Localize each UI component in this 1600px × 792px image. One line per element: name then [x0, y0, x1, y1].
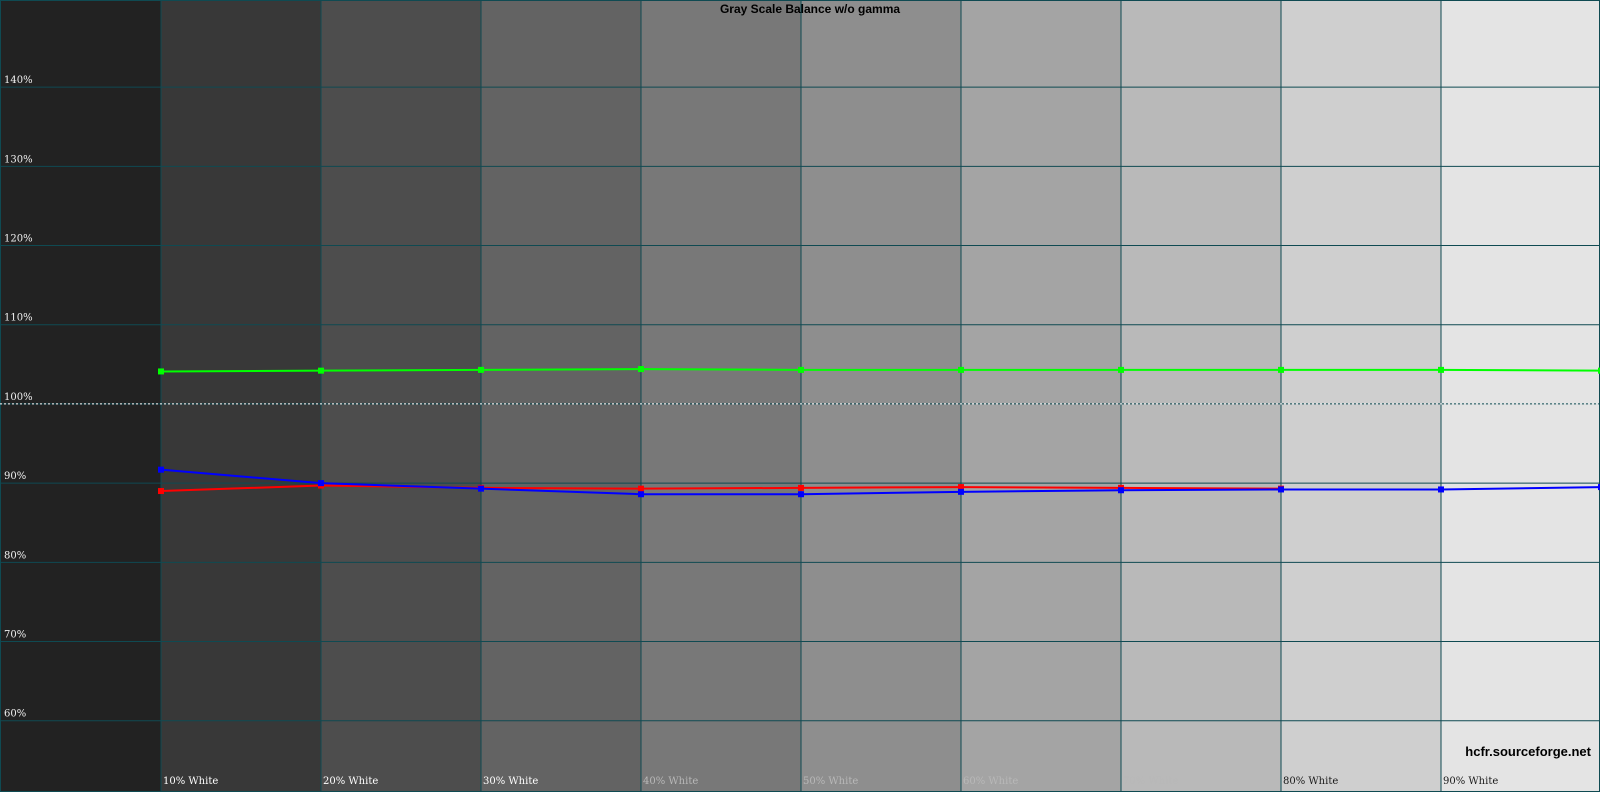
data-point [798, 484, 804, 491]
credit-label: hcfr.sourceforge.net [1465, 744, 1591, 759]
y-tick-label: 70% [4, 630, 26, 641]
y-tick-label: 110% [4, 313, 33, 324]
x-tick-label: 80% White [1283, 776, 1338, 787]
chart-title: Gray Scale Balance w/o gamma [720, 2, 900, 16]
y-tick-label: 60% [4, 709, 26, 720]
x-tick-label: 20% White [323, 776, 378, 787]
y-tick-label: 140% [4, 75, 33, 86]
data-point [958, 366, 964, 373]
data-point [478, 485, 484, 492]
gray-band [1121, 0, 1281, 792]
data-point [1438, 366, 1444, 373]
data-point [158, 488, 164, 495]
y-tick-label: 100% [4, 392, 33, 403]
x-tick-label: 90% White [1443, 776, 1498, 787]
y-tick-label: 90% [4, 471, 26, 482]
gray-scale-balance-chart: 60% 70% 80% 90% 100% 110% 120% 130% 140% 10% Whi… [0, 0, 1600, 792]
x-tick-label: 70% White [1123, 776, 1178, 787]
data-point [638, 366, 644, 373]
data-point [478, 366, 484, 373]
x-tick-label: 60% White [963, 776, 1018, 787]
data-point [158, 368, 164, 375]
x-tick-label: 50% White [803, 776, 858, 787]
data-point [1118, 366, 1124, 373]
data-point [798, 491, 804, 498]
data-point [1118, 487, 1124, 494]
data-point [1438, 486, 1444, 493]
y-tick-label: 120% [4, 234, 33, 245]
gray-bands [0, 0, 1600, 792]
gray-band [1281, 0, 1441, 792]
data-point [158, 466, 164, 473]
gray-band [961, 0, 1121, 792]
gray-band [161, 0, 321, 792]
gray-band [481, 0, 641, 792]
y-tick-label: 130% [4, 154, 33, 165]
gray-band [801, 0, 961, 792]
gray-band [1441, 0, 1600, 792]
data-point [798, 366, 804, 373]
x-tick-label: 40% White [643, 776, 698, 787]
data-point [1278, 486, 1284, 493]
data-point [638, 485, 644, 492]
data-point [318, 480, 324, 487]
x-axis-tick-labels: 10% White 20% White 30% White 40% White 50% … [163, 776, 1498, 787]
x-tick-label: 10% White [163, 776, 218, 787]
gray-band [321, 0, 481, 792]
chart-canvas: 60% 70% 80% 90% 100% 110% 120% 130% 140% 10% Whi… [0, 0, 1600, 792]
data-point [958, 488, 964, 495]
x-tick-label: 30% White [483, 776, 538, 787]
data-point [318, 367, 324, 374]
y-tick-label: 80% [4, 550, 26, 561]
data-point [638, 491, 644, 498]
data-point [1278, 366, 1284, 373]
gray-band [641, 0, 801, 792]
